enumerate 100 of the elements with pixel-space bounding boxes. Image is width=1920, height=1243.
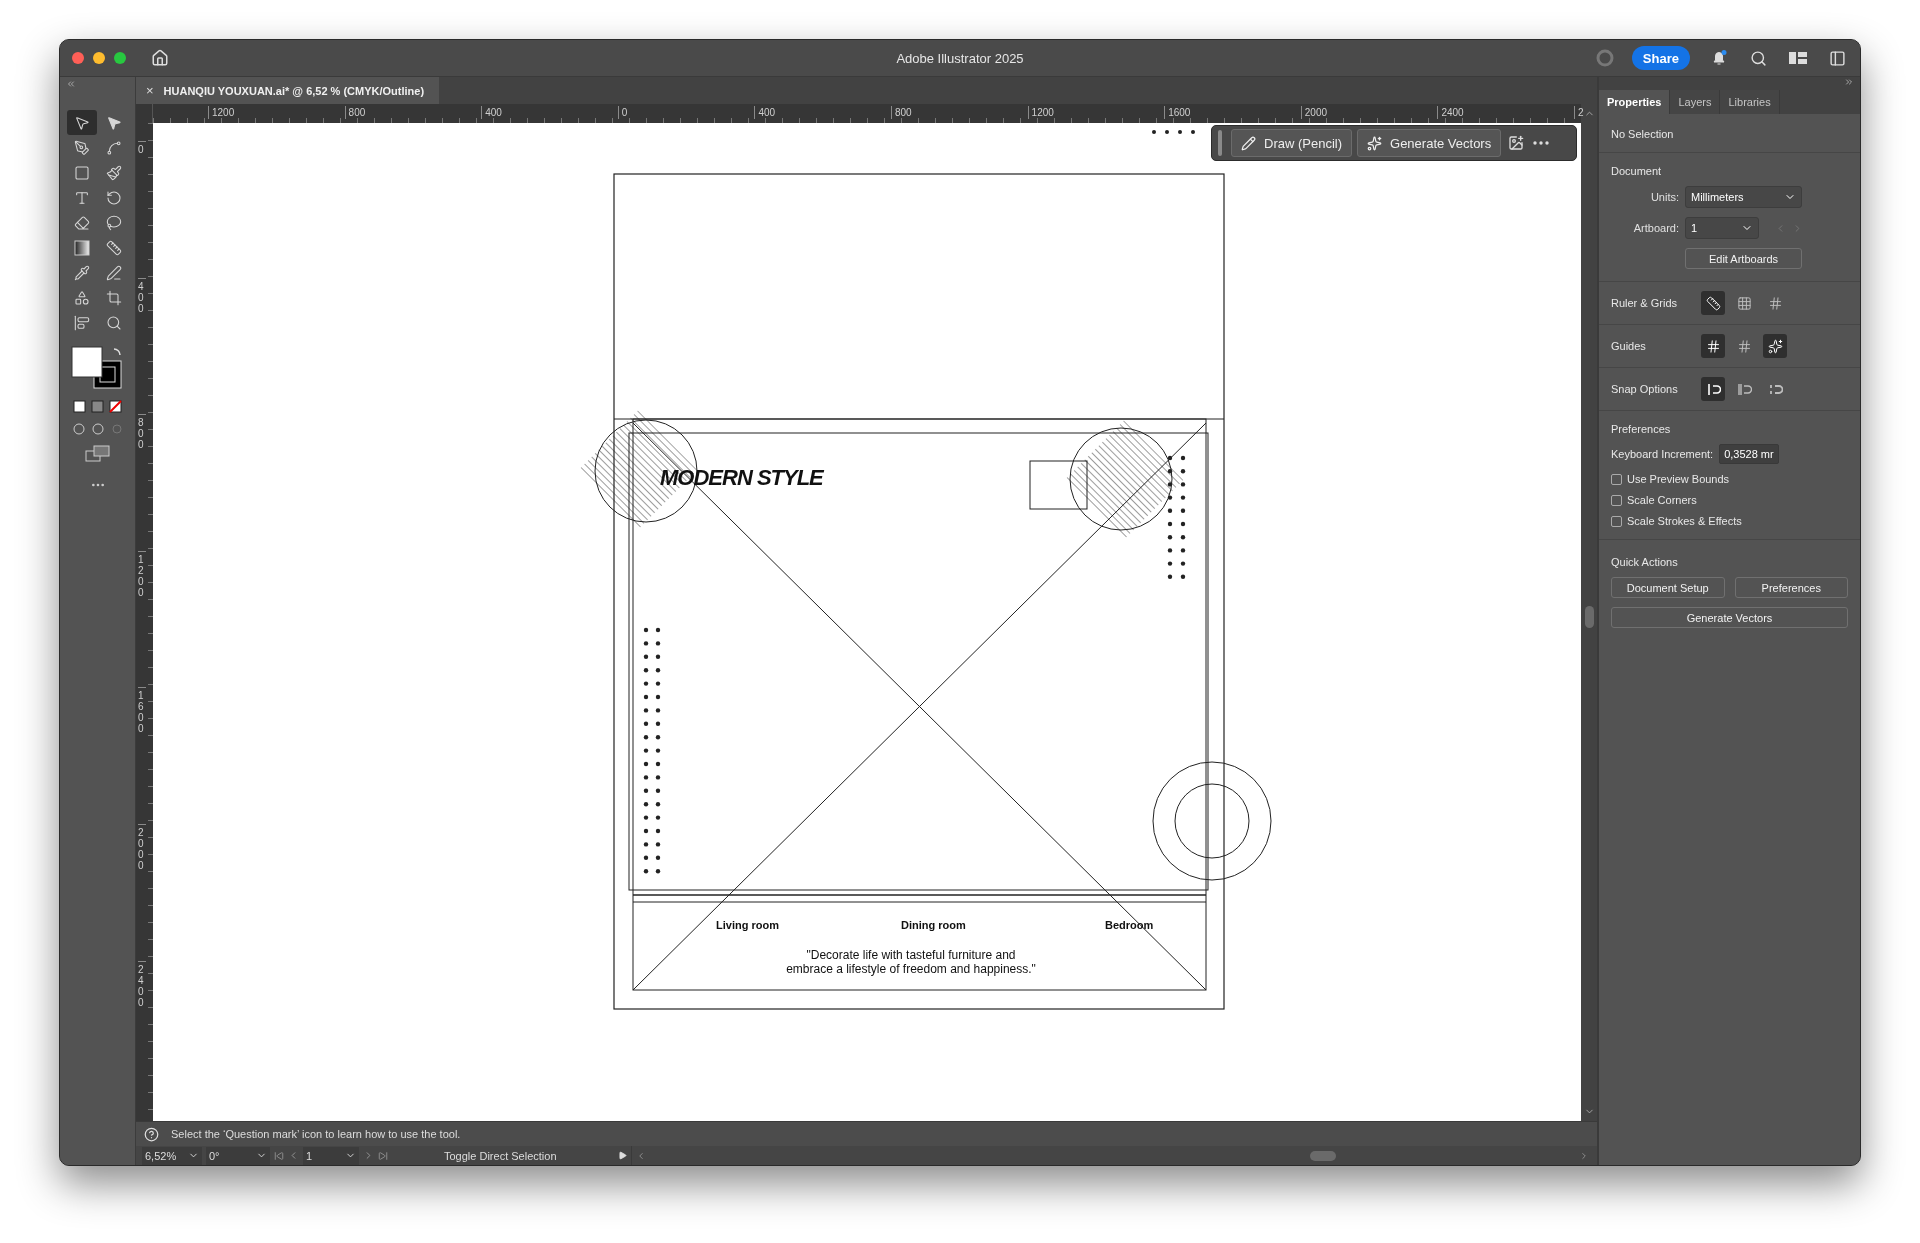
ruler-label: 1200 xyxy=(1027,106,1054,119)
curve-pen-icon xyxy=(105,139,122,156)
ruler-label: 2400 xyxy=(138,960,146,1008)
scroll-thumb[interactable] xyxy=(1584,605,1594,628)
filled-arrow-icon xyxy=(105,114,122,131)
panel-tab[interactable]: Properties xyxy=(1599,90,1671,114)
zoom-icon xyxy=(105,314,122,331)
expand-icon[interactable] xyxy=(1844,77,1854,87)
toggle-button[interactable] xyxy=(1701,291,1725,315)
home-icon xyxy=(151,49,169,67)
more-button[interactable] xyxy=(1531,139,1552,147)
toggle-button[interactable] xyxy=(1701,377,1725,401)
quote-text: "Decorate life with tasteful furniture and embrace a lifestyle of freedom and happiness." xyxy=(786,948,1036,976)
collapse-icon[interactable] xyxy=(66,79,76,89)
artboard-dropdown[interactable]: 1 xyxy=(1685,217,1759,239)
ruler-icon xyxy=(105,239,122,256)
row-label: Snap Options xyxy=(1611,383,1679,395)
units-dropdown[interactable]: Millimeters xyxy=(1685,186,1802,208)
toggle-button[interactable] xyxy=(1763,334,1787,358)
ruler-label: 800 xyxy=(891,106,912,119)
ruler-icon xyxy=(1705,295,1721,311)
sparkle-icon xyxy=(1767,338,1783,354)
pencil-icon xyxy=(1241,135,1256,151)
generate-vectors-button[interactable]: Generate Vectors xyxy=(1611,607,1848,628)
align-icon xyxy=(73,314,90,331)
field-label: Keyboard Increment: xyxy=(1611,448,1714,460)
ruler-label: 1600 xyxy=(1164,106,1191,119)
minimize-button[interactable] xyxy=(93,52,105,64)
shapes-icon xyxy=(73,289,90,306)
ruler-label: 400 xyxy=(481,106,502,119)
selection-arrow-icon xyxy=(73,114,90,131)
window-title: Adobe Illustrator 2025 xyxy=(896,50,1024,66)
guides-icon xyxy=(1705,338,1721,354)
hash-icon xyxy=(1767,295,1783,311)
type-icon xyxy=(73,189,90,206)
generate-vectors-button[interactable]: Generate Vectors xyxy=(1357,129,1502,157)
rectangle-icon xyxy=(73,164,90,181)
panel-icon xyxy=(1829,49,1846,67)
bell-icon xyxy=(1710,49,1728,67)
row-label: Ruler & Grids xyxy=(1611,297,1679,309)
ruler-label: 1600 xyxy=(138,687,146,735)
eyedropper-icon xyxy=(73,264,90,281)
document-tab-title[interactable]: HUANQIU YOUXUAN.ai* @ 6,52 % (CMYK/Outline) xyxy=(163,84,425,97)
zoom-field[interactable]: 6,52% xyxy=(142,1146,202,1165)
room-label: Dining room xyxy=(901,919,966,931)
play-icon[interactable] xyxy=(618,1151,627,1160)
zoom-window-button[interactable] xyxy=(114,52,126,64)
brush-icon xyxy=(105,164,122,181)
ruler-label: 2000 xyxy=(1300,106,1328,119)
status-hint: Select the ‘Question mark’ icon to learn how to use the tool. xyxy=(171,1128,461,1140)
ruler-label: 1200 xyxy=(138,550,146,598)
section-heading: Document xyxy=(1611,165,1663,177)
edit-artboards-button[interactable]: Edit Artboards xyxy=(1685,248,1802,269)
sparkle-icon xyxy=(1367,135,1382,151)
toggle-button[interactable] xyxy=(1701,334,1725,358)
vertical-scrollbar[interactable] xyxy=(1581,123,1597,1121)
last-icon[interactable] xyxy=(378,1150,388,1161)
search-icon xyxy=(1750,49,1767,67)
guides-icon xyxy=(1736,338,1752,354)
field-label: Artboard: xyxy=(1632,222,1679,234)
close-tab-button[interactable]: × xyxy=(146,83,154,98)
checkbox[interactable] xyxy=(1611,473,1622,485)
artboard-nav-field[interactable]: 1 xyxy=(303,1146,359,1165)
ruler-label: 800 xyxy=(138,414,146,451)
chevron-right-icon[interactable] xyxy=(1579,1150,1589,1161)
checkbox[interactable] xyxy=(1611,494,1622,506)
rotation-field[interactable]: 0° xyxy=(206,1146,270,1165)
ruler-label: 800 xyxy=(344,106,366,119)
layout-icon xyxy=(1789,51,1807,65)
eraser-icon xyxy=(73,214,90,231)
first-icon[interactable] xyxy=(274,1150,284,1161)
close-window-button[interactable] xyxy=(72,52,84,64)
field-label: Units: xyxy=(1649,191,1679,203)
magnet-snap-icon xyxy=(1705,381,1721,397)
tool-button[interactable] xyxy=(66,110,97,135)
rotate-icon xyxy=(105,189,122,206)
scroll-thumb[interactable] xyxy=(1309,1150,1336,1161)
ruler-label: 0 xyxy=(138,141,146,155)
checkbox-label: Scale Corners xyxy=(1627,494,1697,506)
checkbox-label: Use Preview Bounds xyxy=(1627,473,1730,485)
workspace-button[interactable] xyxy=(1787,49,1809,67)
ruler-label: 2400 xyxy=(1437,106,1464,119)
magnet-snap-icon xyxy=(1736,381,1752,397)
help-icon[interactable] xyxy=(144,1126,159,1142)
gradient-square-icon xyxy=(73,239,90,256)
checkbox[interactable] xyxy=(1611,515,1622,527)
document-setup-button[interactable]: Document Setup xyxy=(1611,577,1725,598)
draw-pencil-button[interactable]: Draw (Pencil) xyxy=(1231,129,1352,157)
chevron-left-icon[interactable] xyxy=(636,1150,646,1161)
preferences-button[interactable]: Preferences xyxy=(1734,577,1848,598)
increment-field[interactable]: 0,3528 mr xyxy=(1719,444,1780,464)
screen-mode-icon[interactable] xyxy=(84,445,111,463)
section-heading: Preferences xyxy=(1611,423,1672,435)
ruler-label: 400 xyxy=(754,106,776,119)
checkbox-label: Scale Strokes & Effects xyxy=(1627,515,1742,527)
share-button[interactable]: Share xyxy=(1631,46,1690,70)
status-tool-name: Toggle Direct Selection xyxy=(444,1149,558,1162)
dots-drawing xyxy=(1152,130,1195,134)
ruler-label: 400 xyxy=(138,277,146,314)
ruler-label: 0 xyxy=(617,106,628,119)
